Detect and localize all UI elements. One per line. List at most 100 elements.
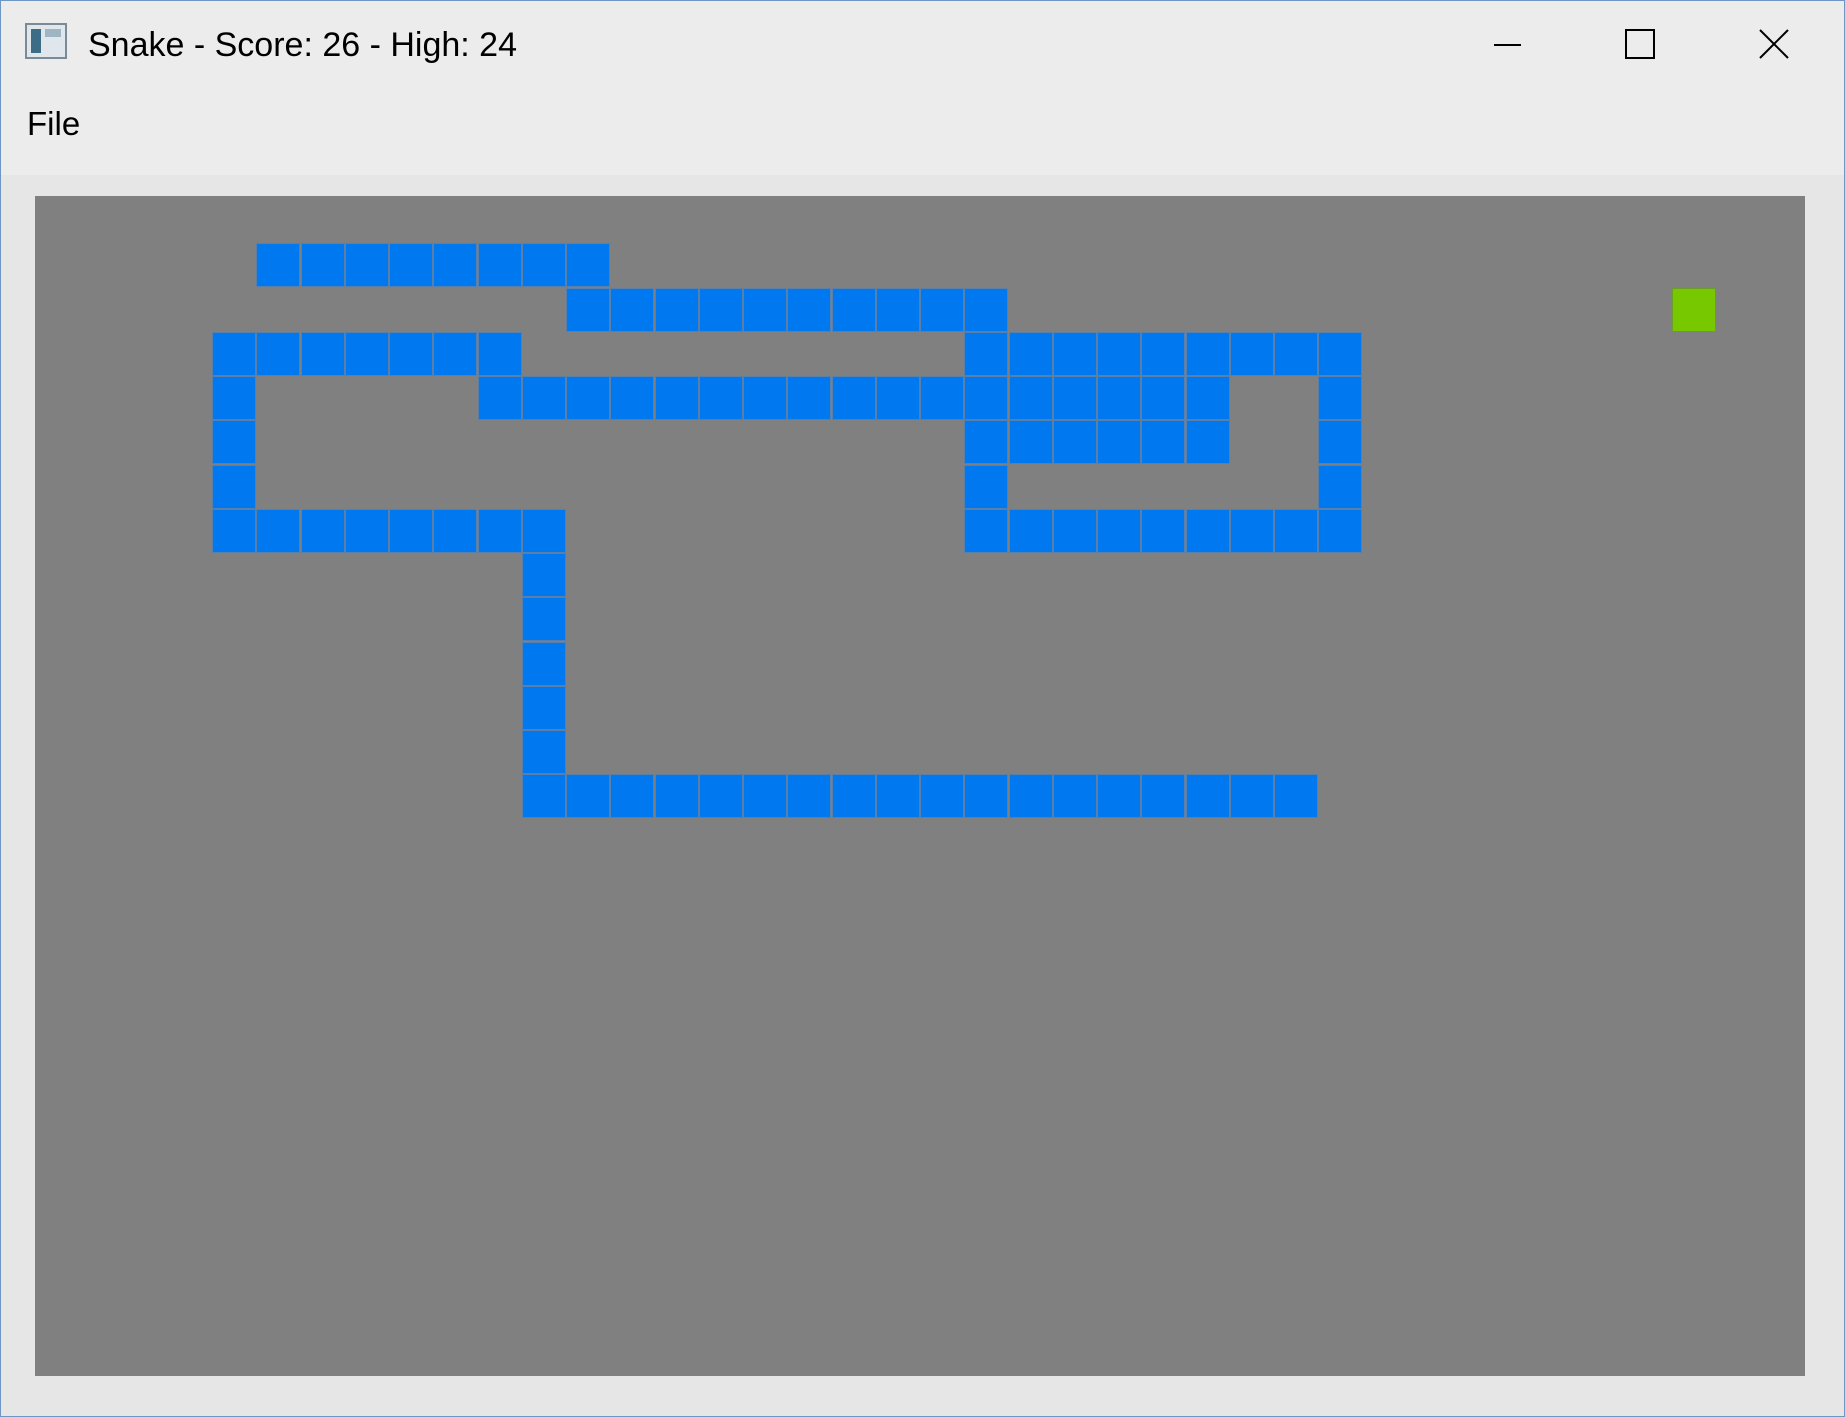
snake-segment (566, 376, 610, 420)
snake-segment (433, 332, 477, 376)
snake-segment (1053, 376, 1097, 420)
snake-segment (964, 288, 1008, 332)
snake-segment (1009, 332, 1053, 376)
snake-segment (1230, 509, 1274, 553)
snake-segment (522, 243, 566, 287)
snake-segment (1097, 509, 1141, 553)
snake-segment (478, 243, 522, 287)
snake-segment (1318, 509, 1362, 553)
minimize-button[interactable] (1441, 1, 1573, 89)
snake-segment (743, 376, 787, 420)
snake-segment (1141, 509, 1185, 553)
close-button[interactable] (1707, 1, 1839, 89)
snake-segment (787, 288, 831, 332)
snake-segment (301, 509, 345, 553)
menu-file[interactable]: File (15, 97, 92, 151)
snake-segment (964, 420, 1008, 464)
snake-segment (522, 509, 566, 553)
snake-segment (1186, 420, 1230, 464)
snake-segment (610, 376, 654, 420)
snake-segment (876, 774, 920, 818)
snake-segment (1318, 376, 1362, 420)
title-bar[interactable]: Snake - Score: 26 - High: 24 (1, 1, 1844, 89)
snake-segment (1230, 332, 1274, 376)
snake-segment (743, 774, 787, 818)
snake-segment (655, 376, 699, 420)
snake-segment (522, 597, 566, 641)
snake-segment (832, 774, 876, 818)
snake-segment (1141, 376, 1185, 420)
snake-segment (566, 243, 610, 287)
snake-segment (478, 332, 522, 376)
menu-bar: File (1, 89, 1844, 175)
snake-segment (212, 420, 256, 464)
snake-segment (964, 774, 1008, 818)
snake-segment (1186, 376, 1230, 420)
snake-segment (1186, 774, 1230, 818)
snake-segment (699, 288, 743, 332)
snake-segment (345, 509, 389, 553)
snake-segment (301, 243, 345, 287)
window-title: Snake - Score: 26 - High: 24 (88, 26, 518, 64)
snake-segment (1230, 774, 1274, 818)
snake-segment (1097, 376, 1141, 420)
snake-segment (1318, 332, 1362, 376)
minimize-icon (1494, 44, 1521, 46)
snake-segment (345, 332, 389, 376)
snake-segment (655, 774, 699, 818)
snake-segment (522, 642, 566, 686)
snake-segment (655, 288, 699, 332)
snake-segment (920, 376, 964, 420)
snake-segment (522, 376, 566, 420)
snake-segment (1274, 332, 1318, 376)
snake-segment (433, 243, 477, 287)
snake-segment (1097, 774, 1141, 818)
snake-segment (743, 288, 787, 332)
snake-segment (256, 509, 300, 553)
snake-segment (1141, 332, 1185, 376)
snake-segment (256, 243, 300, 287)
snake-segment (964, 465, 1008, 509)
app-window: Snake - Score: 26 - High: 24 File (0, 0, 1845, 1417)
snake-segment (1009, 509, 1053, 553)
snake-segment (1141, 420, 1185, 464)
snake-segment (787, 376, 831, 420)
snake-segment (522, 686, 566, 730)
snake-segment (478, 376, 522, 420)
snake-segment (787, 774, 831, 818)
game-board[interactable] (35, 196, 1805, 1376)
snake-segment (478, 509, 522, 553)
snake-segment (522, 553, 566, 597)
snake-segment (389, 243, 433, 287)
snake-segment (212, 465, 256, 509)
snake-segment (389, 332, 433, 376)
snake-segment (920, 774, 964, 818)
snake-segment (566, 774, 610, 818)
snake-segment (1141, 774, 1185, 818)
snake-segment (1053, 420, 1097, 464)
snake-segment (522, 774, 566, 818)
snake-segment (522, 730, 566, 774)
snake-segment (832, 376, 876, 420)
maximize-button[interactable] (1573, 1, 1705, 89)
snake-segment (1009, 420, 1053, 464)
snake-segment (256, 332, 300, 376)
snake-segment (1097, 332, 1141, 376)
snake-segment (1009, 376, 1053, 420)
close-icon (1759, 29, 1789, 59)
snake-segment (876, 376, 920, 420)
snake-segment (610, 774, 654, 818)
maximize-icon (1625, 29, 1655, 59)
snake-segment (699, 774, 743, 818)
snake-segment (1318, 465, 1362, 509)
snake-segment (876, 288, 920, 332)
snake-segment (964, 376, 1008, 420)
snake-segment (212, 509, 256, 553)
snake-segment (1318, 420, 1362, 464)
snake-segment (1053, 509, 1097, 553)
snake-segment (433, 509, 477, 553)
snake-segment (964, 509, 1008, 553)
snake-segment (610, 288, 654, 332)
snake-segment (920, 288, 964, 332)
snake-segment (345, 243, 389, 287)
